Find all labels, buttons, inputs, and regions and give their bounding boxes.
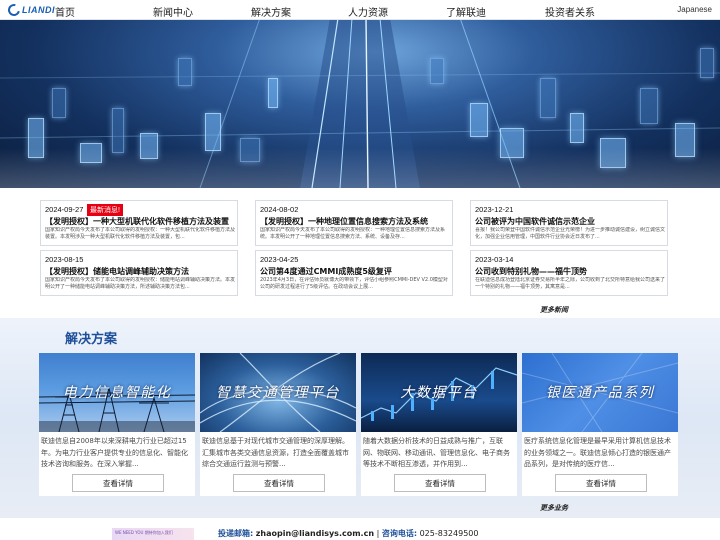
news-title[interactable]: 【发明授权】一种大型机联代化软件移植方法及装置: [45, 216, 237, 227]
nav-item-news[interactable]: 新闻中心: [153, 4, 193, 19]
news-title[interactable]: 【发明授权】一种地理位置信息搜索方法及系统: [260, 216, 452, 227]
solution-desc: 医疗系统信息化管理是最早采用计算机信息技术的业务领域之一。联迪信息倾心打造的银医…: [524, 437, 671, 468]
language-switch[interactable]: Japanese: [677, 5, 712, 14]
logo-mark-icon: [5, 1, 23, 19]
solution-desc: 联迪信息基于对现代城市交通管理的深厚理解。汇集城市各类交通信息资源，打造全面覆盖…: [202, 437, 349, 468]
logo-text: LIANDI: [22, 5, 55, 15]
news-excerpt: 国家知识产权局今天发布了本公司取得的发明授权：一种地理位置信息搜索方法及系统。本…: [260, 227, 446, 240]
news-card[interactable]: 2024-08-02 【发明授权】一种地理位置信息搜索方法及系统 国家知识产权局…: [255, 200, 453, 246]
solution-image-traffic: 智慧交通管理平台: [200, 353, 356, 432]
solutions-section: 解决方案 电力信息智能化 联迪信息自2008年以来深耕电力行业已超过15年。为电…: [0, 318, 720, 518]
view-details-button[interactable]: 查看详情: [394, 474, 486, 492]
solution-desc: 联迪信息自2008年以来深耕电力行业已超过15年。为电力行业客户提供专业的信息化…: [41, 437, 188, 468]
phone-label: 咨询电话:: [381, 529, 418, 538]
nav-item-home[interactable]: 首页: [55, 4, 75, 19]
news-title[interactable]: 公司第4度通过CMMI成熟度5级复评: [260, 266, 452, 277]
solution-desc: 随着大数据分析技术的日益成熟与推广，互联网、物联网、移动通讯、管理信息化、电子商…: [363, 437, 510, 468]
logo[interactable]: LIANDI: [5, 1, 55, 19]
solution-card-bigdata[interactable]: 大数据平台 随着大数据分析技术的日益成熟与推广，互联网、物联网、移动通讯、管理信…: [361, 353, 517, 496]
top-nav: LIANDI 首页 新闻中心 解决方案 人力资源 了解联迪 投资者关系 Japa…: [0, 0, 720, 20]
email-label: 投递邮箱:: [218, 529, 254, 538]
solution-image-bigdata: 大数据平台: [361, 353, 517, 432]
solutions-heading: 解决方案: [65, 332, 118, 347]
news-date: 2023-12-21: [475, 205, 514, 214]
news-date: 2024-08-02: [260, 205, 299, 214]
solution-image-title: 电力信息智能化: [62, 385, 172, 401]
news-title[interactable]: 公司收到特别礼物——福牛顶势: [475, 266, 667, 277]
news-date: 2023-03-14: [475, 255, 514, 264]
news-card[interactable]: 2023-12-21 公司被评为中国软件诚信示范企业 喜报！我公司荣登中国软件诚…: [470, 200, 668, 246]
footer: WE NEED YOU 期待你加入我们 投递邮箱: zhaopin@liandi…: [0, 518, 720, 540]
news-section: 2024-09-27 最新消息! 【发明授权】一种大型机联代化软件移植方法及装置…: [0, 188, 720, 323]
hero-banner: [0, 18, 720, 188]
solution-card-medical[interactable]: 银医通产品系列 医疗系统信息化管理是最早采用计算机信息技术的业务领域之一。联迪信…: [522, 353, 678, 496]
news-card[interactable]: 2024-09-27 最新消息! 【发明授权】一种大型机联代化软件移植方法及装置…: [40, 200, 238, 246]
footer-contact: 投递邮箱: zhaopin@liandisys.com.cn | 咨询电话: 0…: [218, 528, 478, 539]
news-card[interactable]: 2023-04-25 公司第4度通过CMMI成熟度5级复评 2023年4月3日，…: [255, 250, 453, 296]
phone-number: 025-83249500: [419, 529, 479, 538]
news-date: 2023-08-15: [45, 255, 84, 264]
solution-image-title: 银医通产品系列: [545, 385, 655, 401]
news-title[interactable]: 公司被评为中国软件诚信示范企业: [475, 216, 667, 227]
nav-item-about[interactable]: 了解联迪: [446, 4, 486, 19]
solution-image-title: 智慧交通管理平台: [216, 385, 340, 401]
solution-image-title: 大数据平台: [400, 385, 478, 401]
separator: |: [376, 529, 380, 538]
news-date: 2024-09-27: [45, 205, 84, 214]
news-excerpt: 喜报！我公司荣登中国软件诚信示范企业光荣榜！为进一步推动诚信建设，树立诚信文化，…: [475, 227, 666, 240]
more-solutions-link[interactable]: 更多业务: [540, 503, 568, 513]
recruit-banner[interactable]: WE NEED YOU 期待你加入我们: [112, 528, 194, 540]
nav-item-hr[interactable]: 人力资源: [348, 4, 388, 19]
solution-image-power: 电力信息智能化: [39, 353, 195, 432]
nav-item-investors[interactable]: 投资者关系: [545, 4, 595, 19]
news-excerpt: 国家知识产权局今天发布了本公司取得的发明授权：一种大型机联代化软件移植方法及装置…: [45, 227, 236, 240]
news-excerpt: 国家知识产权局今天发布了本公司取得的发明授权：储能电站调峰辅助决策方法。本发明公…: [45, 277, 236, 290]
view-details-button[interactable]: 查看详情: [555, 474, 647, 492]
solution-card-power[interactable]: 电力信息智能化 联迪信息自2008年以来深耕电力行业已超过15年。为电力行业客户…: [39, 353, 195, 496]
news-card[interactable]: 2023-03-14 公司收到特别礼物——福牛顶势 在联迪信息成功登陆北京证券交…: [470, 250, 668, 296]
news-card[interactable]: 2023-08-15 【发明授权】储能电站调峰辅助决策方法 国家知识产权局今天发…: [40, 250, 238, 296]
news-excerpt: 在联迪信息成功登陆北京证券交易所半年之际，公司收到了北交所特意给我公司送来了一个…: [475, 277, 666, 290]
news-excerpt: 2023年4月3日，在评估师员就博大的带领下，评估小组参照CMMI-DEV V2…: [260, 277, 448, 290]
more-news-link[interactable]: 更多新闻: [540, 305, 568, 315]
solution-image-medical: 银医通产品系列: [522, 353, 678, 432]
email-link[interactable]: zhaopin@liandisys.com.cn: [256, 529, 374, 538]
news-date: 2023-04-25: [260, 255, 299, 264]
news-title[interactable]: 【发明授权】储能电站调峰辅助决策方法: [45, 266, 237, 277]
view-details-button[interactable]: 查看详情: [233, 474, 325, 492]
solution-card-traffic[interactable]: 智慧交通管理平台 联迪信息基于对现代城市交通管理的深厚理解。汇集城市各类交通信息…: [200, 353, 356, 496]
view-details-button[interactable]: 查看详情: [72, 474, 164, 492]
nav-item-solutions[interactable]: 解决方案: [251, 4, 291, 19]
news-badge: 最新消息!: [87, 204, 123, 216]
